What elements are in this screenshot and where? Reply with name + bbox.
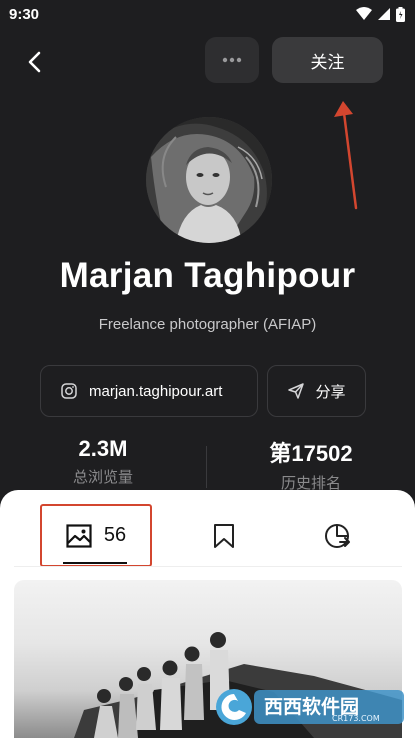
watermark-logo: 西西软件园 CR173.COM [216,689,404,725]
avatar [146,117,272,243]
stat-views-value: 2.3M [78,436,128,461]
back-button[interactable] [18,46,50,78]
instagram-icon [61,383,77,399]
stats-divider [206,446,207,488]
gallery-count: 56 [103,524,127,546]
stats-icon [325,524,350,548]
stat-rank: 第17502 历史排名 [241,436,381,493]
profile-name: Marjan Taghipour [59,256,356,295]
battery-icon [396,6,405,22]
signal-icon [378,8,390,20]
tab-gallery[interactable]: 56 [40,504,152,567]
status-bar: 9:30 [0,0,415,30]
share-label: 分享 [315,383,346,401]
follow-button[interactable]: 关注 [272,37,383,83]
profile-bio: Freelance photographer (AFIAP) [98,316,317,333]
stat-views-label: 总浏览量 [72,469,133,486]
gallery-icon [66,523,92,548]
tab-stats[interactable] [321,520,353,552]
stat-views: 2.3M 总浏览量 [33,436,173,487]
back-icon [28,51,41,73]
tabs-divider [14,566,402,567]
status-time: 9:30 [9,6,40,23]
wifi-icon [356,7,372,20]
share-button[interactable]: 分享 [267,365,366,417]
tab-bookmark[interactable] [208,520,240,552]
instagram-link-button[interactable]: marjan.taghipour.art [40,365,258,417]
avatar-portrait [146,117,272,243]
annotation-arrow [334,101,358,210]
stat-rank-value: 第17502 [269,441,353,466]
bookmark-icon [214,524,234,548]
tab-active-underline [63,562,127,564]
watermark-site: CR173.COM [332,714,380,723]
more-button[interactable] [205,37,259,83]
status-icons [356,6,405,22]
instagram-handle: marjan.taghipour.art [89,382,223,400]
share-icon [288,383,305,399]
more-icon [222,57,242,63]
